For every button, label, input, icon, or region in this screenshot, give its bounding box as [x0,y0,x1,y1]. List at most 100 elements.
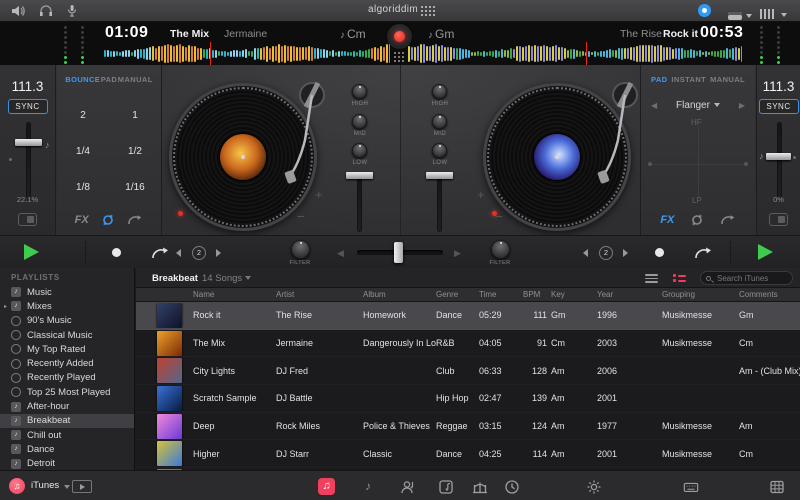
column-header-artist[interactable]: Artist [276,288,363,301]
deck-a-bounce-button[interactable] [150,246,170,260]
sidebar-item-top-25-most-played[interactable]: Top 25 Most Played [0,385,134,399]
deck-b-eq-mid-knob[interactable] [432,114,447,129]
deck-a-pitch-bend-plus[interactable]: + [315,187,323,202]
itunes-source-icon[interactable]: ♫ [9,478,25,494]
sidebar-item-dance[interactable]: ♪ Dance [0,442,134,456]
next-effect-arrow[interactable]: ▶ [739,101,745,110]
deck-b-beatjump-back[interactable] [583,249,588,257]
deck-b-volume-fader[interactable] [438,173,441,231]
deck-a-beatjump-value[interactable]: 2 [192,246,206,260]
list-view-icon[interactable] [645,274,658,283]
deck-b-eq-low-knob[interactable] [432,143,447,158]
crossfader-left-arrow[interactable]: ◀ [337,248,344,259]
column-header-album[interactable]: Album [363,288,436,301]
column-header-time[interactable]: Time [479,288,523,301]
column-header-genre[interactable]: Genre [436,288,479,301]
albums-icon[interactable] [438,479,454,495]
deck-b-eq-high-knob[interactable] [432,84,447,99]
sidebar-item-my-top-rated[interactable]: My Top Rated [0,342,134,356]
deck-a-volume-fader[interactable] [358,173,361,231]
automix-icon[interactable] [72,480,92,493]
tab-manual[interactable]: MANUAL [710,75,745,84]
queue-view-icon[interactable] [673,274,686,283]
brightness-icon[interactable] [586,479,602,495]
deck-a-eq-high-knob[interactable] [352,84,367,99]
sidebar-item-breakbeat[interactable]: ♪ Breakbeat [0,413,134,428]
source-label[interactable]: iTunes [31,480,59,491]
sidebar-item-music[interactable]: ♪ Music [0,285,134,299]
keyboard-icon[interactable] [683,479,699,495]
sidebar-item-recently-added[interactable]: Recently Added [0,356,134,370]
column-header-bpm[interactable]: BPM [523,288,551,301]
deck-b-bounce-button[interactable] [693,246,713,260]
sidebar-item-label: Dance [27,443,55,455]
deck-b-pitch-bend-minus[interactable]: − [495,209,503,224]
table-row-the-mix[interactable]: The Mix Jermaine Dangerously In LoveR&B 04:… [136,329,800,358]
deck-a-eq-mid-knob[interactable] [352,114,367,129]
search-input[interactable] [715,272,791,284]
deck-b-pitch-slider[interactable] [778,123,781,197]
xy-pad-hline[interactable] [651,164,746,165]
deck-b-sync-button[interactable]: SYNC [758,99,799,114]
deck-a-volume-handle[interactable] [346,172,373,179]
deck-b-waveform[interactable] [408,43,742,64]
tab-instant[interactable]: INSTANT [671,75,706,84]
column-header-grouping[interactable]: Grouping [662,288,739,301]
column-header-comments[interactable]: Comments [739,288,800,301]
sidebar-item-detroit[interactable]: ♪ Detroit [0,457,134,470]
deck-a-cue-button[interactable] [112,248,121,257]
column-header-year[interactable]: Year [597,288,662,301]
table-row-deep[interactable]: Deep Rock Miles Police & Thieves Reggae 03:1… [136,412,800,441]
deck-a-beatjump-back[interactable] [176,249,181,257]
crossfader-right-arrow[interactable]: ▶ [454,248,461,259]
deck-a-filter-knob[interactable] [291,240,310,259]
history-icon[interactable] [504,479,520,495]
deck-b-beatjump-fwd[interactable] [623,249,628,257]
sidebar-item-recently-played[interactable]: Recently Played [0,371,134,385]
playlist-song-count[interactable]: 14 Songs [202,273,251,284]
table-row-city-lights[interactable]: City Lights DJ Fred Club 06:33 128 Am 2006 Am -… [136,357,800,386]
headphones-icon[interactable] [38,4,54,18]
volume-icon[interactable] [10,4,26,18]
deck-b-pitch-handle[interactable] [766,153,791,160]
sidebar-item-mixes[interactable]: ▸ ♪ Mixes [0,299,134,313]
search-icon [706,275,711,281]
sidebar-item-90-s-music[interactable]: 90's Music [0,314,134,328]
deck-a-beatjump-fwd[interactable] [216,249,221,257]
sidebar-item-label: Top 25 Most Played [27,386,111,398]
blue-status-icon[interactable] [698,4,711,17]
songs-icon[interactable]: ♪ [360,479,376,495]
deck-a-waveform[interactable] [104,43,390,64]
mic-icon[interactable] [64,4,80,18]
audio-fx-icon[interactable] [472,479,488,495]
loop-icon[interactable] [689,213,705,227]
deck-b-keylock-icon[interactable] [769,213,788,226]
beat-grid-icon[interactable] [394,52,396,54]
deck-b-pitch-bend-plus[interactable]: + [477,187,485,202]
source-caret-icon[interactable] [64,485,70,489]
table-row-higher[interactable]: Higher DJ Starr Classic Dance 04:25 114 Am 2001… [136,440,800,469]
tab-pad[interactable]: PAD [651,75,667,84]
table-row-rock-it[interactable]: Rock it The Rise Homework Dance 05:29 111 Gm 19… [136,302,800,330]
table-row-scratch-sample[interactable]: Scratch Sample DJ Battle Hip Hop 02:47 139 Am… [136,385,800,413]
artists-icon[interactable] [400,479,416,495]
deck-a-pitch-bend-minus[interactable]: − [297,209,305,224]
column-header-name[interactable]: Name [193,288,276,301]
deck-a-play-button[interactable] [24,244,39,260]
bounce-loop-icon[interactable] [720,214,736,226]
deck-b-volume-handle[interactable] [426,172,453,179]
sidebar-item-after-hour[interactable]: ♪ After-hour [0,399,134,413]
crossfader-handle[interactable] [394,242,403,263]
sidebar-item-classical-music[interactable]: Classical Music [0,328,134,342]
sidebar-item-chill-out[interactable]: ♪ Chill out [0,428,134,442]
deck-b-play-button[interactable] [758,244,773,260]
column-header-key[interactable]: Key [551,288,597,301]
media-library-icon[interactable]: ♫ [318,478,335,495]
deck-b-fx-button[interactable]: FX [660,214,674,226]
deck-b-beatjump-value[interactable]: 2 [599,246,613,260]
deck-b-filter-knob[interactable] [491,240,510,259]
grid-view-icon[interactable] [769,479,785,495]
disclosure-triangle-icon[interactable]: ▸ [4,303,11,310]
deck-b-cue-button[interactable] [655,248,664,257]
deck-a-eq-low-knob[interactable] [352,143,367,158]
